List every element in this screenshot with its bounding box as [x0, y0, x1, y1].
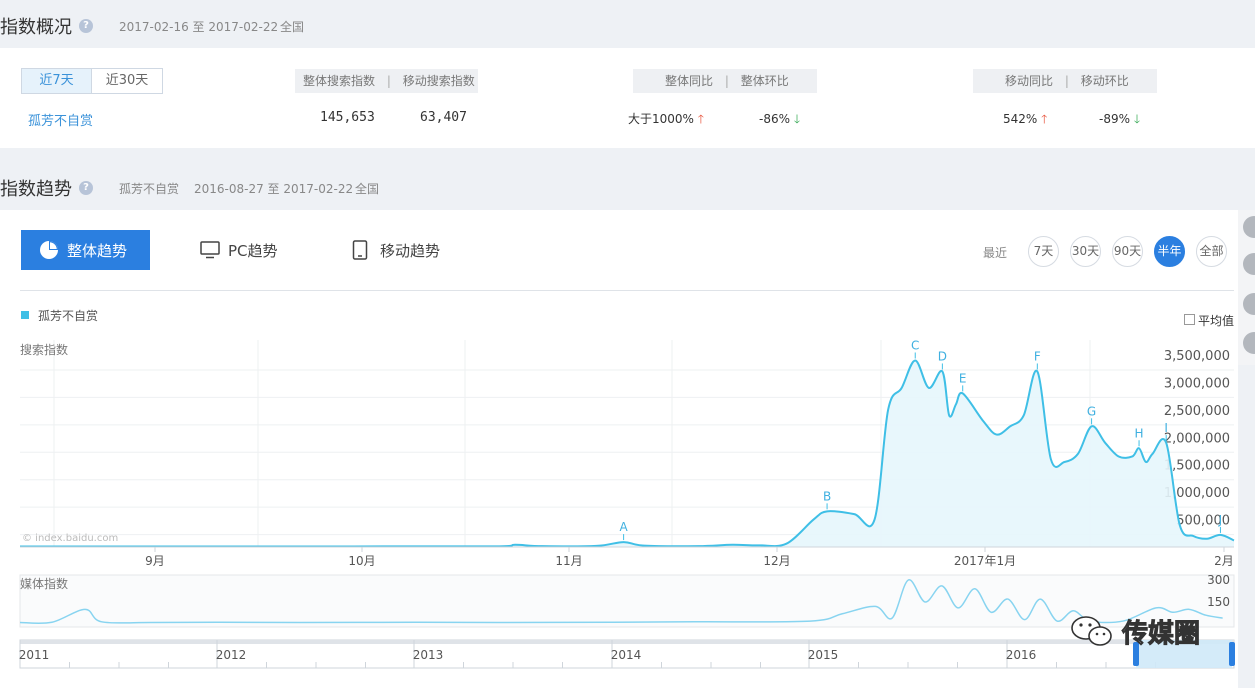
page: 指数概况 ? 2017-02-16 至 2017-02-22 全国 近7天 近3… [0, 0, 1255, 688]
timeline-year-label: 2013 [413, 648, 444, 662]
y-tick-label: 2,500,000 [1164, 404, 1230, 419]
annotation-E: E [959, 371, 967, 385]
x-tick-label: 12月 [763, 554, 790, 568]
media-y-tick-300: 300 [1207, 573, 1230, 587]
timeline-year-label: 2014 [611, 648, 642, 662]
annotation-J: J [1218, 513, 1223, 527]
annotation-I: I [1164, 421, 1168, 435]
media-plot-area [19, 574, 1235, 628]
media-y-axis-label: 媒体指数 [20, 576, 68, 591]
annotation-A: A [619, 520, 628, 534]
y-axis-label: 搜索指数 [20, 342, 68, 357]
wechat-icon [1071, 616, 1112, 646]
brand-name: 传媒圈 [1121, 618, 1201, 649]
timeline-right-handle [1229, 642, 1235, 666]
y-tick-label: 3,000,000 [1164, 376, 1230, 391]
media-y-tick-150: 150 [1207, 595, 1230, 609]
x-tick-label: 2017年1月 [954, 554, 1016, 568]
timeline-year-label: 2016 [1006, 648, 1037, 662]
timeline-year-label: 2012 [216, 648, 247, 662]
x-tick-label: 2月 [1214, 554, 1234, 568]
annotation-D: D [938, 349, 947, 363]
y-tick-label: 2,000,000 [1164, 431, 1230, 446]
annotation-C: C [911, 338, 919, 352]
annotation-H: H [1135, 426, 1144, 440]
timeline-track [20, 640, 1234, 644]
annotation-G: G [1087, 404, 1096, 418]
timeline-year-label: 2011 [19, 648, 50, 662]
brand-watermark: 传媒圈 [1068, 612, 1201, 650]
timeline-year-label: 2015 [808, 648, 839, 662]
search-index-chart[interactable]: 500,0001,000,0001,500,0002,000,0002,500,… [0, 0, 1255, 688]
x-tick-label: 11月 [555, 554, 582, 568]
annotation-F: F [1034, 349, 1041, 363]
x-tick-label: 10月 [348, 554, 375, 568]
watermark: © index.baidu.com [22, 533, 119, 544]
x-tick-label: 9月 [145, 554, 165, 568]
annotation-B: B [823, 489, 831, 503]
y-tick-label: 1,500,000 [1164, 459, 1230, 474]
y-tick-label: 3,500,000 [1164, 349, 1230, 364]
